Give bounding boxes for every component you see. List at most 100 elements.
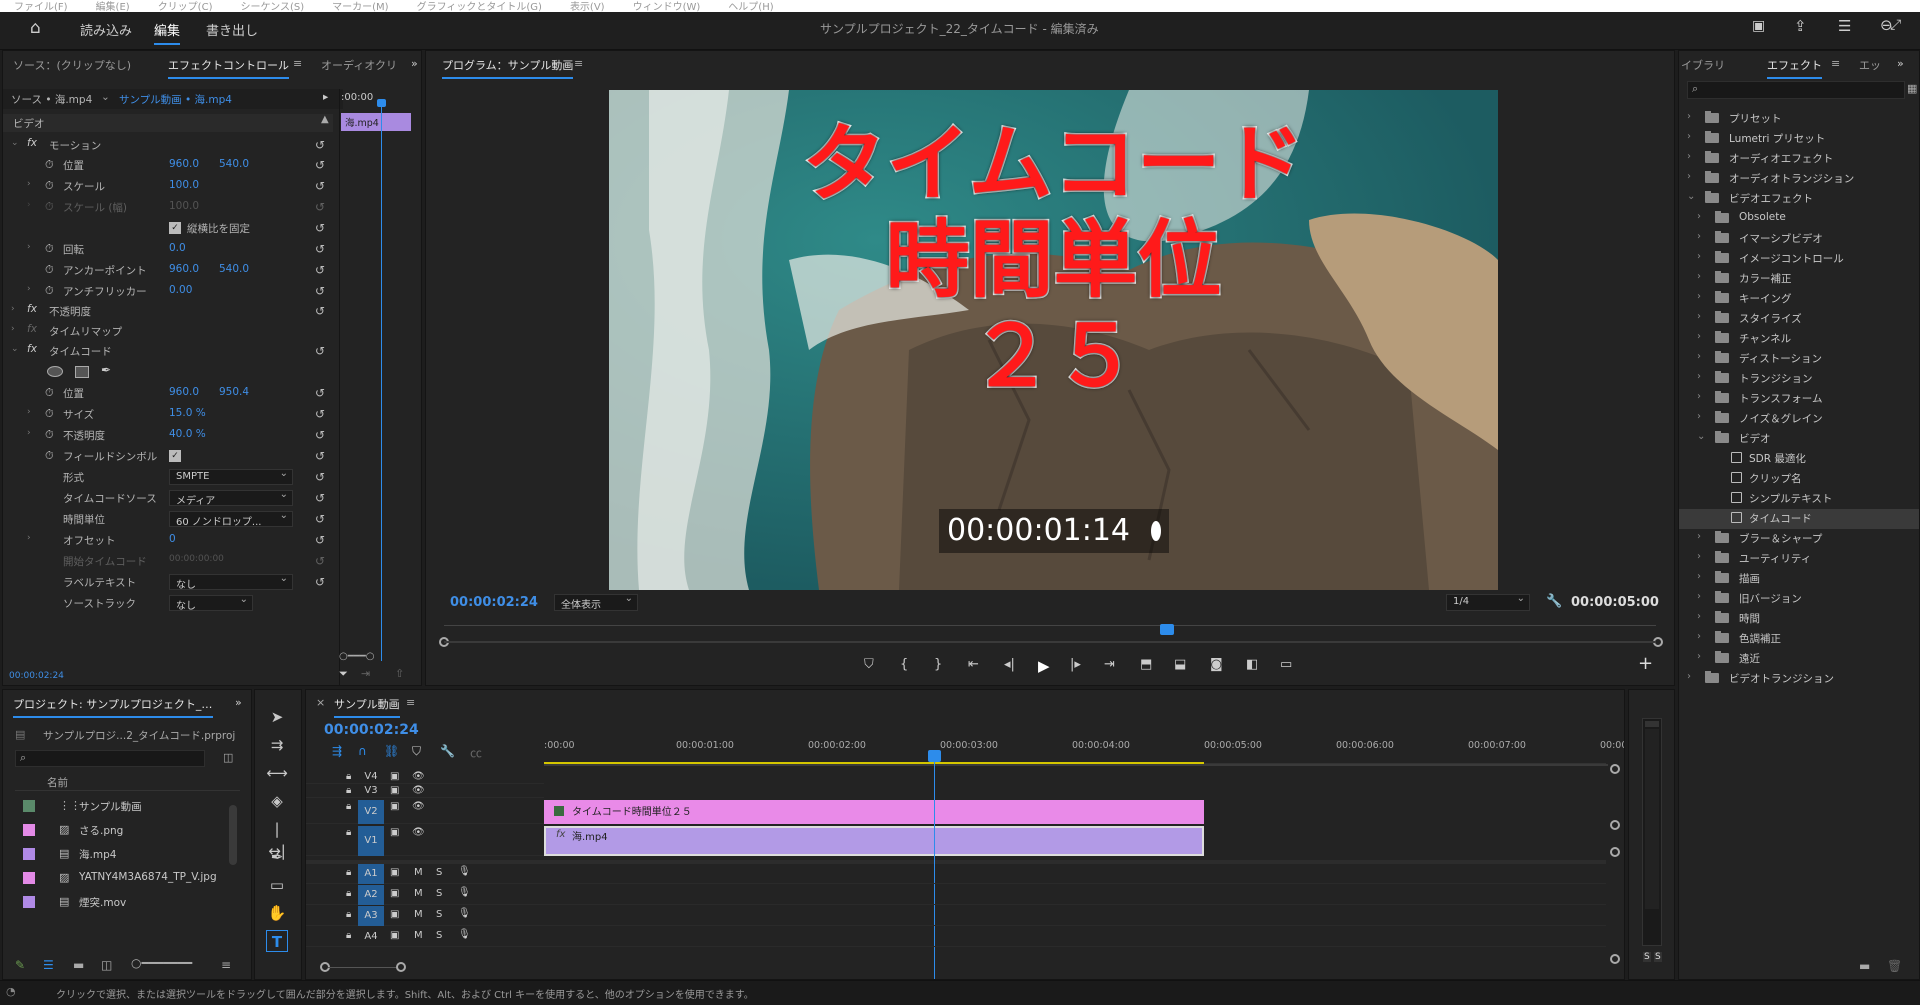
rectangle-mask-icon[interactable]	[75, 366, 89, 378]
ellipse-mask-icon[interactable]	[47, 366, 63, 377]
effect-controls-time[interactable]: 00:00:02:24	[9, 671, 64, 681]
chevron-right-icon[interactable]: ›	[1697, 271, 1701, 282]
menu-window[interactable]: ウィンドウ(W)	[619, 3, 715, 13]
audio-track-header[interactable]: 🔒︎ A3 ▣ M S 🎙︎	[306, 906, 1606, 926]
lift-icon[interactable]: ⬒	[1140, 657, 1152, 672]
video-clip-umi[interactable]: fx 海.mp4	[544, 826, 1204, 856]
solo-button[interactable]: S	[436, 867, 442, 878]
video-frame[interactable]: タイムコード 時間単位 ２５ 00:00:01:14	[609, 90, 1498, 590]
effect-tree-item[interactable]: › ノイズ＆グレイン	[1679, 409, 1919, 429]
microphone-icon[interactable]: 🎙︎	[458, 866, 471, 877]
lock-icon[interactable]: 🔒︎	[346, 771, 351, 782]
effects-search-input[interactable]: ⌕	[1687, 81, 1905, 99]
chevron-right-icon[interactable]: ›	[1697, 351, 1701, 362]
project-item[interactable]: ▨ YATNY4M3A6874_TP_V.jpg	[15, 866, 240, 890]
solo-button[interactable]: S	[436, 888, 442, 899]
sync-lock-icon[interactable]: ▣	[390, 909, 399, 920]
extract-icon[interactable]: ⬓	[1174, 657, 1186, 672]
effect-tree-item[interactable]: › オーディオエフェクト	[1679, 149, 1919, 169]
chevron-right-icon[interactable]: ›	[1697, 551, 1701, 562]
uniform-scale-checkbox[interactable]: ✓	[169, 222, 181, 234]
captions-icon[interactable]: ㏄	[470, 744, 482, 761]
track-label[interactable]: V1	[358, 826, 384, 856]
chevron-right-icon[interactable]: ›	[1687, 111, 1691, 122]
panel-menu-icon[interactable]: ≡	[574, 57, 583, 70]
eye-icon[interactable]: 👁︎	[412, 771, 425, 782]
play-button-icon[interactable]: ▶	[1038, 657, 1050, 675]
reset-icon[interactable]: ↺	[315, 221, 325, 235]
effect-tree-item[interactable]: › 時間	[1679, 609, 1919, 629]
reset-icon[interactable]: ↺	[315, 449, 325, 463]
microphone-icon[interactable]: 🎙︎	[458, 929, 471, 940]
mark-in-icon[interactable]: {	[900, 657, 908, 672]
program-playhead-handle[interactable]	[1160, 624, 1174, 635]
more-panels-icon[interactable]: »	[1897, 57, 1904, 70]
reset-icon[interactable]: ↺	[315, 470, 325, 484]
chevron-down-icon[interactable]: ⌄	[1687, 191, 1695, 202]
video-track-header[interactable]: 🔒︎ V4 ▣ 👁︎	[306, 770, 544, 784]
reset-icon[interactable]: ↺	[315, 304, 325, 318]
project-title[interactable]: プロジェクト: サンプルプロジェクト_22_4	[13, 696, 213, 718]
chevron-right-icon[interactable]: ›	[1687, 131, 1691, 142]
zoom-slider[interactable]: ○━━━━━━━	[131, 956, 192, 970]
hand-tool-icon[interactable]: ✋	[266, 902, 288, 924]
tab-library[interactable]: イブラリ	[1681, 57, 1725, 73]
menu-sequence[interactable]: シーケンス(S)	[226, 3, 318, 13]
field-symbol-checkbox[interactable]: ✓	[169, 450, 181, 462]
reset-icon[interactable]: ↺	[315, 575, 325, 589]
offset-value[interactable]: 0	[169, 533, 176, 545]
project-search-input[interactable]: ⌕	[15, 750, 205, 767]
selection-tool-icon[interactable]: ➤	[266, 706, 288, 728]
panel-menu-icon[interactable]: ≡	[1831, 57, 1840, 70]
tab-more[interactable]: エッ	[1859, 57, 1881, 73]
chevron-right-icon[interactable]: ›	[1697, 651, 1701, 662]
go-to-in-icon[interactable]: ⇤	[968, 657, 979, 672]
position-x-value[interactable]: 960.0	[169, 158, 199, 170]
chevron-right-icon[interactable]: ›	[1697, 211, 1701, 222]
tab-source[interactable]: ソース：(クリップなし)	[13, 57, 131, 73]
lock-icon[interactable]: 🔒︎	[346, 827, 351, 838]
effect-tree-item[interactable]: › 遠近	[1679, 649, 1919, 669]
time-ruler[interactable]: :00:00 00:00:01:00 00:00:02:00 00:00:03:00 0…	[544, 730, 1624, 764]
comparison-view-icon[interactable]: ◧	[1246, 657, 1258, 672]
mute-button[interactable]: M	[414, 888, 423, 899]
reset-icon[interactable]: ↺	[315, 284, 325, 298]
project-item[interactable]: ▤ 煙突.mov	[15, 890, 240, 914]
rectangle-tool-icon[interactable]: ▭	[266, 874, 288, 896]
stopwatch-icon[interactable]: ⏱	[45, 449, 54, 463]
lock-icon[interactable]: 🔒︎	[346, 888, 351, 899]
effect-tree-item[interactable]: › イメージコントロール	[1679, 249, 1919, 269]
camera-icon[interactable]: ◙	[1210, 657, 1223, 672]
label-color-swatch[interactable]	[23, 800, 35, 812]
stopwatch-icon[interactable]: ⏱	[45, 386, 54, 400]
reset-icon[interactable]: ↺	[315, 386, 325, 400]
zoom-bar[interactable]	[444, 641, 1656, 643]
effect-tree-item[interactable]: › Lumetri プリセット	[1679, 129, 1919, 149]
tab-audio-clip[interactable]: オーディオクリ	[321, 57, 397, 73]
chevron-right-icon[interactable]: ›	[1697, 311, 1701, 322]
video-track-header[interactable]: 🔒︎ V3 ▣ 👁︎	[306, 784, 544, 798]
razor-tool-icon[interactable]: ◈	[266, 790, 288, 812]
effect-tree-item[interactable]: › キーイング	[1679, 289, 1919, 309]
effect-tree-item[interactable]: › ブラー＆シャープ	[1679, 529, 1919, 549]
close-icon[interactable]: ×	[316, 696, 325, 709]
add-marker-icon[interactable]: ⛉	[864, 657, 874, 672]
linked-selection-icon[interactable]: ⛓	[384, 744, 399, 758]
effect-tree-item[interactable]: SDR 最適化	[1679, 449, 1919, 469]
tc-position-x-value[interactable]: 960.0	[169, 386, 199, 398]
effect-tree-item[interactable]: › イマーシブビデオ	[1679, 229, 1919, 249]
menu-marker[interactable]: マーカー(M)	[318, 3, 402, 13]
effect-tree-item[interactable]: › Obsolete	[1679, 209, 1919, 229]
sync-lock-icon[interactable]: ▣	[390, 888, 399, 899]
reset-icon[interactable]: ↺	[315, 512, 325, 526]
sync-lock-icon[interactable]: ▣	[390, 827, 399, 838]
lock-icon[interactable]: 🔒︎	[346, 930, 351, 941]
fullscreen-icon[interactable]: ⤢	[1890, 17, 1901, 33]
new-search-bin-icon[interactable]: ◫	[223, 751, 233, 764]
quick-export-icon[interactable]: ▣	[1752, 18, 1765, 34]
tab-export[interactable]: 書き出し	[206, 20, 258, 39]
audio-track-header[interactable]: 🔒︎ A4 ▣ M S 🎙︎	[306, 927, 1606, 947]
mini-playhead[interactable]	[381, 101, 382, 661]
more-panels-icon[interactable]: »	[411, 57, 418, 70]
lock-icon[interactable]: 🔒︎	[346, 801, 351, 812]
